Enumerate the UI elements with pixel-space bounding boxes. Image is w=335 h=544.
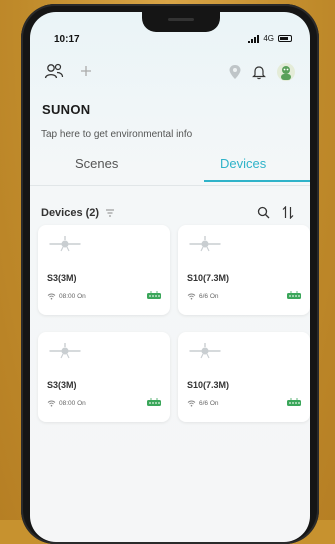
devices-title: Devices (2): [41, 207, 100, 219]
bell-icon[interactable]: [252, 64, 266, 80]
phone-frame: 10:17 4G SUNON Tap here to get environme…: [21, 4, 319, 544]
tab-bar: Scenes Devices: [30, 156, 310, 186]
devices-header: Devices (2): [41, 207, 115, 219]
tab-devices[interactable]: Devices: [220, 156, 266, 171]
wifi-icon: [187, 400, 196, 407]
signal-icon: [248, 34, 260, 43]
location-pin-icon[interactable]: [228, 64, 242, 80]
fan-icon: [188, 342, 222, 365]
sort-icon[interactable]: [282, 206, 294, 219]
avatar-icon[interactable]: [276, 62, 296, 82]
device-name: S10(7.3M): [187, 273, 230, 283]
wifi-icon: [47, 400, 56, 407]
device-status: 08:00 On: [47, 400, 86, 407]
device-status: 6/6 On: [187, 293, 219, 300]
filter-icon[interactable]: [105, 209, 115, 217]
fan-icon: [188, 235, 222, 258]
device-status-text: 08:00 On: [59, 400, 86, 407]
fan-icon: [48, 342, 82, 365]
device-status-text: 6/6 On: [199, 293, 219, 300]
gateway-icon: [286, 394, 302, 412]
device-status: 6/6 On: [187, 400, 219, 407]
device-status: 08:00 On: [47, 293, 86, 300]
status-indicators: 4G: [248, 34, 292, 43]
device-name: S10(7.3M): [187, 380, 230, 390]
speaker: [168, 18, 194, 21]
device-status-text: 6/6 On: [199, 400, 219, 407]
gateway-icon: [146, 287, 162, 305]
device-card[interactable]: S10(7.3M) 6/6 On: [178, 332, 310, 422]
env-info-link[interactable]: Tap here to get environmental info: [41, 129, 192, 140]
device-card[interactable]: S3(3M) 08:00 On: [38, 332, 170, 422]
network-label: 4G: [263, 34, 274, 43]
wifi-icon: [187, 293, 196, 300]
devices-tools: [257, 206, 294, 219]
app-screen: 10:17 4G SUNON Tap here to get environme…: [30, 12, 310, 542]
device-status-text: 08:00 On: [59, 293, 86, 300]
fan-icon: [48, 235, 82, 258]
gateway-icon: [286, 287, 302, 305]
tab-divider: [30, 185, 310, 186]
brand-title: SUNON: [42, 102, 91, 117]
search-icon[interactable]: [257, 206, 270, 219]
gateway-icon: [146, 394, 162, 412]
device-name: S3(3M): [47, 273, 77, 283]
add-icon[interactable]: [80, 65, 92, 77]
device-card[interactable]: S10(7.3M) 6/6 On: [178, 225, 310, 315]
device-name: S3(3M): [47, 380, 77, 390]
wifi-icon: [47, 293, 56, 300]
device-card[interactable]: S3(3M) 08:00 On: [38, 225, 170, 315]
tab-scenes[interactable]: Scenes: [75, 156, 118, 171]
battery-icon: [278, 35, 292, 42]
status-time: 10:17: [54, 34, 80, 45]
header-left: [44, 62, 92, 80]
header-right: [228, 62, 296, 82]
active-tab-indicator: [204, 180, 310, 182]
notch: [142, 12, 220, 32]
members-icon[interactable]: [44, 62, 64, 80]
